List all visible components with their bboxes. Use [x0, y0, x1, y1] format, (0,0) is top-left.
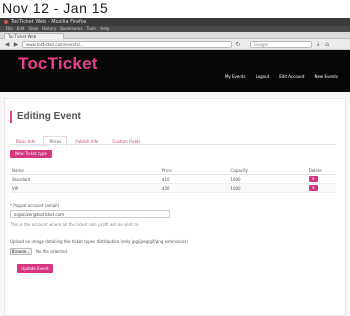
browser-tabbar: TocTicket Web — [0, 32, 350, 39]
home-icon[interactable]: ⌂ — [324, 41, 330, 48]
nav-my-events[interactable]: My Events — [225, 74, 246, 79]
ticket-name: VIP — [10, 183, 160, 193]
update-event-button[interactable]: Update Event — [17, 264, 53, 273]
ticket-types-table: Name Price Capacity Delete Standard $10 … — [10, 167, 336, 193]
no-file-selected-text: No file selected. — [36, 249, 69, 254]
top-caption: Nov 12 - Jan 15 — [2, 0, 109, 16]
nav-edit-account[interactable]: Edit Account — [279, 74, 304, 79]
event-tabs: Basic Info Prices Publish Info Custom Fi… — [10, 136, 146, 147]
tabs-divider — [10, 144, 336, 145]
nav-new-events[interactable]: New Events — [314, 74, 338, 79]
ticket-capacity: 1000 — [228, 174, 307, 184]
ticket-capacity: 1000 — [228, 183, 307, 193]
paypal-label: * Paypal account (email) — [10, 203, 60, 208]
url-bar[interactable]: www.tocticket.com/events/... — [22, 40, 232, 48]
paypal-email-input[interactable]: organizer@tocticket.com — [10, 210, 170, 218]
browser-navbar: ◀ ▶ www.tocticket.com/events/... ↻ Googl… — [0, 39, 350, 50]
window-title: TocTicket Web - Mozilla Firefox — [11, 19, 87, 25]
nav-logout[interactable]: Logout — [256, 74, 270, 79]
page-title: Editing Event — [10, 111, 81, 123]
download-icon[interactable]: ↓ — [315, 41, 321, 48]
back-icon[interactable]: ◀ — [4, 41, 10, 48]
site-logo[interactable]: TocTicket — [18, 54, 98, 74]
new-ticket-type-button[interactable]: New Ticket type — [10, 150, 52, 158]
tab-publish-info[interactable]: Publish Info — [69, 136, 104, 147]
browse-button[interactable]: Browse... — [10, 248, 32, 255]
close-window-icon[interactable] — [4, 20, 8, 24]
forward-icon[interactable]: ▶ — [13, 41, 19, 48]
browser-titlebar: TocTicket Web - Mozilla Firefox — [0, 18, 350, 26]
table-row: Standard $10 1000 ✕ — [10, 174, 336, 184]
paypal-help-text: This is the account where all the ticket… — [10, 222, 140, 227]
table-row: VIP $50 1000 ✕ — [10, 183, 336, 193]
upload-label: Upload an image detailing the ticket typ… — [10, 239, 188, 244]
tab-prices[interactable]: Prices — [43, 136, 68, 147]
delete-icon[interactable]: ✕ — [308, 185, 318, 191]
ticket-name: Standard — [10, 174, 160, 184]
column-header-name: Name — [10, 167, 160, 175]
search-input[interactable]: Google — [250, 40, 312, 48]
site-nav: My Events Logout Edit Account New Events — [225, 74, 338, 79]
column-header-capacity: Capacity — [228, 167, 307, 175]
ticket-price: $50 — [159, 183, 229, 193]
tab-basic-info[interactable]: Basic Info — [10, 136, 41, 147]
delete-icon[interactable]: ✕ — [308, 176, 318, 182]
reload-icon[interactable]: ↻ — [235, 41, 241, 48]
ticket-price: $10 — [159, 174, 229, 184]
site-header: TocTicket My Events Logout Edit Account … — [0, 50, 350, 92]
column-header-delete: Delete — [306, 167, 336, 175]
table-header-row: Name Price Capacity Delete — [10, 167, 336, 175]
column-header-price: Price — [159, 167, 229, 175]
page-content: Editing Event Basic Info Prices Publish … — [0, 92, 350, 316]
tab-custom-fields[interactable]: Custom Fields — [106, 136, 146, 147]
